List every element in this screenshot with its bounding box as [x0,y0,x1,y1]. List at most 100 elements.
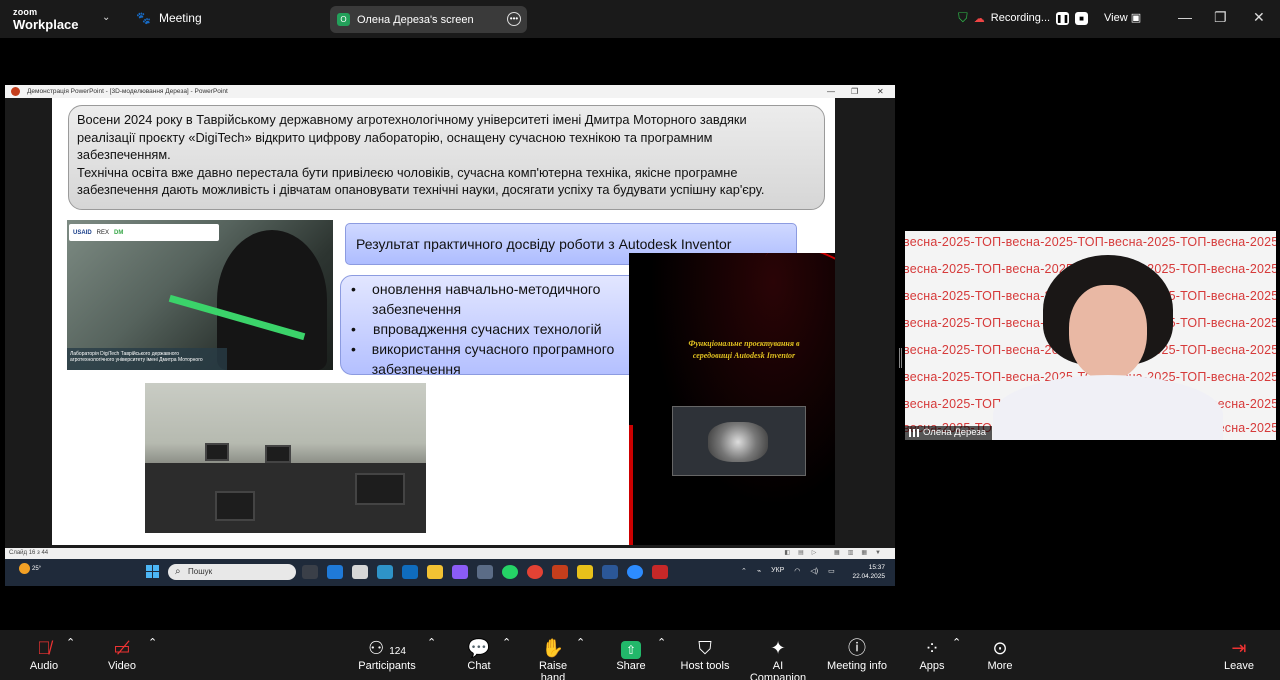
network-icon: ⌁ [756,568,762,575]
windows-taskbar: 25° Пошук ⌃ [5,559,895,586]
watermark-row: весна-2025-ТОП-весна-2025-ТОП-весна-2025… [905,235,1276,249]
wifi-icon: ◠ [794,568,801,575]
monitor [355,473,405,505]
leave-button[interactable]: ⇥ Leave [1222,636,1256,672]
chevron-up-icon: ⌃ [741,568,747,575]
participants-options-caret[interactable]: ⌃ [427,636,436,649]
meeting-info-button[interactable]: ⓘ Meeting info [826,636,888,672]
chat-icon: 💬 [467,638,491,658]
sponsor-logos: USAID REX DM [69,224,219,241]
share-indicator-label: Олена Дереза's screen [357,13,474,26]
bullet-item: • оновлення навчально-методичного забезпе… [351,281,601,317]
view-controls-icon: ◧▤▷ ▦▥▦▼ [784,550,889,556]
participant-name: Олена Дереза [905,426,992,440]
chat-button[interactable]: 💬 Chat [464,636,494,672]
notes-icon [577,565,593,579]
monitor [205,443,229,461]
more-options-icon[interactable]: ••• [507,12,521,26]
sharer-badge: O [337,13,350,26]
pen-icon [452,565,468,579]
splitter-handle[interactable] [899,348,902,368]
shared-screen: Демонстрація PowerPoint - [3D-моделюванн… [5,85,895,586]
meeting-menu[interactable]: 🐾 Meeting [136,11,202,25]
shield-icon: ⛉ [698,638,712,658]
powerpoint-status-bar: Слайд 16 з 44 ◧▤▷ ▦▥▦▼ [5,548,895,559]
info-icon: ⓘ [848,638,866,658]
zoom-logo: zoom Workplace [13,7,79,32]
chat-options-caret[interactable]: ⌃ [502,636,511,649]
powerpoint-logo-icon [11,87,20,96]
restore-icon[interactable]: ❐ [1214,9,1227,26]
decorative-swoosh [751,253,835,336]
apps-options-caret[interactable]: ⌃ [952,636,961,649]
host-tools-button[interactable]: ⛉ Host tools [680,636,730,672]
participant-video[interactable]: весна-2025-ТОП-весна-2025-ТОП-весна-2025… [905,231,1276,440]
pp-close-icon: ✕ [877,87,884,96]
telegram-icon [652,565,668,579]
speaker-figure [217,230,327,370]
windows-start-icon [146,565,159,578]
video-options-caret[interactable]: ⌃ [148,636,157,649]
chrome-icon [527,565,543,579]
mic-muted-icon: 🎙̸ [37,638,51,658]
cad-screenshot [672,406,806,476]
system-tray: ⌃ ⌁ УКР ◠ ◁) ▭ [741,567,835,575]
share-icon: ⇧ [621,641,641,659]
word-icon [602,565,618,579]
folder-icon [427,565,443,579]
apps-button[interactable]: ⁘ Apps [916,636,948,672]
apps-icon: ⁘ [924,638,940,658]
bullet-list: • оновлення навчально-методичного забезпе… [340,275,662,377]
decorative-line [629,425,633,545]
participant-figure [993,255,1223,440]
hand-icon: ✋ [541,638,565,658]
bullet-item: • використання сучасного програмного забе… [351,341,615,377]
share-indicator-pill[interactable]: O Олена Дереза's screen ••• [330,6,527,33]
bullet-item: • впровадження сучасних технологій [351,321,602,337]
chevron-down-icon[interactable]: ⌄ [102,12,110,23]
video-button[interactable]: ▭̸ Video [104,636,140,672]
monitor-icon [377,565,393,579]
zoom-window: zoom Workplace ⌄ 🐾 Meeting O Олена Дерез… [0,0,1280,680]
paw-icon: 🐾 [136,11,151,25]
camera-off-icon: ▭̸ [113,638,131,658]
taskbar-apps [302,565,668,579]
leave-icon: ⇥ [1231,638,1247,658]
engine-model [708,422,768,462]
stop-recording-button[interactable]: ■ [1075,11,1089,25]
outlook-icon [402,565,418,579]
audio-button[interactable]: 🎙̸ Audio [26,636,62,672]
view-button[interactable]: View ▣ [1104,11,1141,24]
sun-icon [19,563,30,574]
calculator-icon [477,565,493,579]
raise-hand-button[interactable]: ✋ Raise hand [526,636,580,680]
sparkle-icon: ✦ [770,638,786,658]
monitor [265,445,291,463]
cloud-icon: ☁ [973,12,985,25]
participants-button[interactable]: ⚇ 124 Participants [356,636,418,672]
top-bar: zoom Workplace ⌄ 🐾 Meeting O Олена Дерез… [0,0,1280,38]
share-button[interactable]: ⇧ Share [614,636,648,672]
slide-area: Восени 2024 року в Таврійському державно… [5,98,895,548]
store-icon [352,565,368,579]
powerpoint-titlebar: Демонстрація PowerPoint - [3D-моделюванн… [5,85,895,98]
minimize-icon[interactable]: — [1178,9,1192,25]
more-icon: ⊙ [992,638,1008,658]
audio-options-caret[interactable]: ⌃ [66,636,75,649]
taskbar-search: Пошук [168,564,296,580]
edge-icon [327,565,343,579]
pause-recording-button[interactable]: ❚❚ [1056,11,1069,25]
close-icon[interactable]: ✕ [1253,9,1265,26]
pp-minimize-icon: — [827,87,835,96]
ai-companion-button[interactable]: ✦ AI Companion [744,636,812,680]
weather-widget: 25° [19,563,41,574]
battery-icon: ▭ [828,568,835,575]
slide: Восени 2024 року в Таврійському державно… [52,98,835,545]
reactions-caret[interactable]: ⌃ [576,636,585,649]
photo-caption: Лабораторія DigiTech Таврійського держав… [67,348,227,370]
volume-icon: ◁) [810,568,819,575]
share-options-caret[interactable]: ⌃ [657,636,666,649]
inventor-panel: Функціональне проєктування в середовищі … [629,253,835,545]
zoom-icon [627,565,643,579]
more-button[interactable]: ⊙ More [984,636,1016,672]
